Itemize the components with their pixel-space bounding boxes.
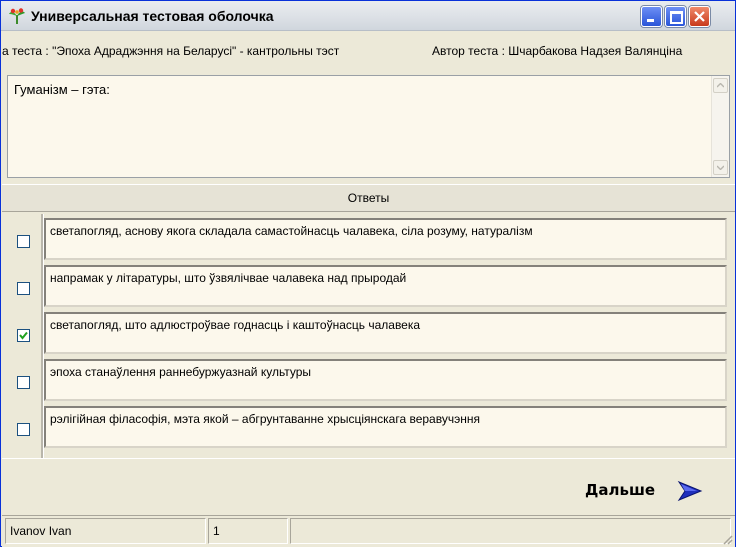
answer-2-text: напрамак у літаратуры, што ўзвялічвае ча… <box>50 271 407 285</box>
minimize-button[interactable] <box>641 6 662 27</box>
status-empty-panel <box>290 518 731 544</box>
answers-list: светапогляд, аснову якога складала самас… <box>7 214 730 458</box>
test-title: а теста : "Эпоха Адраджэння на Беларусі"… <box>2 44 340 58</box>
answer-2-checkbox[interactable] <box>17 282 30 295</box>
answer-4-checkbox[interactable] <box>17 376 30 389</box>
status-bar: Ivanov Ivan 1 <box>2 515 735 547</box>
answer-4-field[interactable]: эпоха станаўлення раннебуржуазнай культу… <box>44 359 727 401</box>
question-text: Гуманізм – гэта: <box>14 82 110 97</box>
answer-2-field[interactable]: напрамак у літаратуры, што ўзвялічвае ча… <box>44 265 727 307</box>
close-button[interactable] <box>689 6 710 27</box>
status-user: Ivanov Ivan <box>5 518 206 544</box>
answer-row-3[interactable]: светапогляд, што адлюстроўвае годнасць і… <box>7 308 730 354</box>
answer-row-5[interactable]: рэлігійная філасофія, мэта якой – абгрун… <box>7 402 730 448</box>
answer-5-field[interactable]: рэлігійная філасофія, мэта якой – абгрун… <box>44 406 727 448</box>
scroll-down-button[interactable] <box>713 160 728 175</box>
answer-5-checkbox[interactable] <box>17 423 30 436</box>
answer-1-text: светапогляд, аснову якога складала самас… <box>50 224 533 238</box>
answer-5-text: рэлігійная філасофія, мэта якой – абгрун… <box>50 412 480 426</box>
answers-header: Ответы <box>2 184 735 212</box>
app-icon <box>9 8 25 24</box>
maximize-button[interactable] <box>665 6 686 27</box>
answer-1-checkbox[interactable] <box>17 235 30 248</box>
app-window: Универсальная тестовая оболочка а теста … <box>0 0 736 547</box>
checkmark-icon <box>19 331 28 340</box>
close-icon <box>694 11 705 22</box>
title-bar[interactable]: Универсальная тестовая оболочка <box>1 1 735 31</box>
window-title: Универсальная тестовая оболочка <box>31 8 274 24</box>
chevron-down-icon <box>717 165 724 170</box>
answer-3-field[interactable]: светапогляд, што адлюстроўвае годнасць і… <box>44 312 727 354</box>
question-panel[interactable]: Гуманізм – гэта: <box>7 75 730 178</box>
status-question-number: 1 <box>208 518 288 544</box>
answer-row-1[interactable]: светапогляд, аснову якога складала самас… <box>7 214 730 260</box>
question-scrollbar[interactable] <box>711 76 729 177</box>
answer-4-text: эпоха станаўлення раннебуржуазнай культу… <box>50 365 312 379</box>
test-info-bar: а теста : "Эпоха Адраджэння на Беларусі"… <box>2 41 735 65</box>
answer-row-4[interactable]: эпоха станаўлення раннебуржуазнай культу… <box>7 355 730 401</box>
chevron-up-icon <box>717 83 724 88</box>
bottom-panel: Дальше <box>2 458 735 514</box>
next-button-label: Дальше <box>585 481 656 499</box>
answer-3-checkbox[interactable] <box>17 329 30 342</box>
test-author: Автор теста : Шчарбакова Надзея Валянцін… <box>432 44 683 58</box>
answer-1-field[interactable]: светапогляд, аснову якога складала самас… <box>44 218 727 260</box>
next-button[interactable]: Дальше <box>577 477 709 505</box>
answer-row-2[interactable]: напрамак у літаратуры, што ўзвялічвае ча… <box>7 261 730 307</box>
scroll-up-button[interactable] <box>713 78 728 93</box>
answer-3-text: светапогляд, што адлюстроўвае годнасць і… <box>50 318 421 332</box>
resize-grip-icon[interactable] <box>721 533 733 545</box>
arrow-right-icon <box>677 480 703 502</box>
